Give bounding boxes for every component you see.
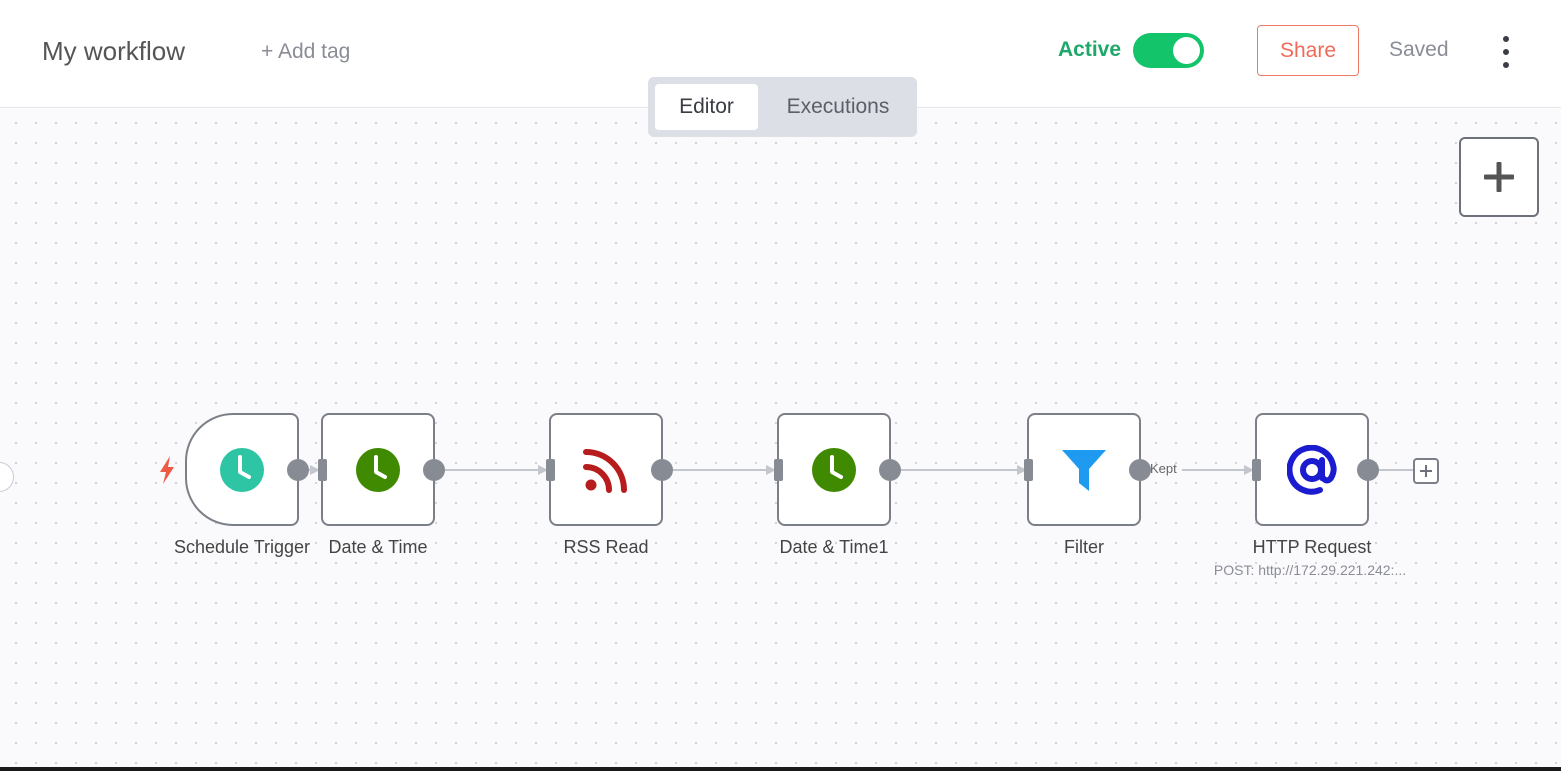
filter-icon [1062,449,1106,491]
node-schedule-trigger[interactable] [185,413,299,526]
node-label: Date & Time1 [779,537,889,557]
clock-icon [220,447,264,492]
output-port[interactable] [1129,459,1151,481]
connection-label-kept: Kept [1150,461,1177,476]
output-port[interactable] [287,459,309,481]
input-port[interactable] [1252,459,1261,481]
output-port[interactable] [651,459,673,481]
node-date-time[interactable] [321,413,435,526]
output-port[interactable] [879,459,901,481]
node-date-time1[interactable] [777,413,891,526]
connections-layer [308,465,1413,475]
rss-icon [583,448,627,493]
clock-icon [356,447,400,492]
node-label: Schedule Trigger [173,537,311,557]
plus-icon [1420,465,1432,477]
node-label: Date & Time [328,537,428,557]
output-port[interactable] [423,459,445,481]
node-label: RSS Read [563,537,649,557]
output-port[interactable] [1357,459,1379,481]
input-port[interactable] [546,459,555,481]
add-next-node-button[interactable] [1413,458,1439,484]
input-port[interactable] [1024,459,1033,481]
node-subtitle: POST: http://172.29.221.242:... [1213,562,1407,578]
node-label: Filter [1064,537,1104,557]
node-filter[interactable] [1027,413,1141,526]
clock-icon [812,447,856,492]
at-sign-icon [1287,444,1337,495]
node-rss-read[interactable] [549,413,663,526]
input-port[interactable] [318,459,327,481]
trigger-bolt-icon [160,456,174,484]
input-port[interactable] [774,459,783,481]
node-label: HTTP Request [1252,537,1372,557]
node-http-request[interactable] [1255,413,1369,526]
